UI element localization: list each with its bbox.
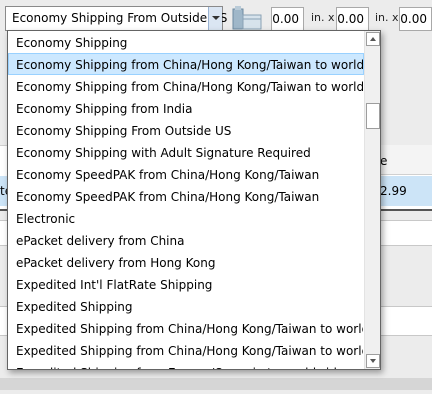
- shipping-service-dropdown-list[interactable]: Economy Shipping Economy Shipping from Ch…: [7, 30, 381, 370]
- dropdown-item[interactable]: ePacket delivery from China: [8, 229, 364, 251]
- dropdown-item[interactable]: Expedited Shipping from China/Hong Kong/…: [8, 317, 364, 339]
- background-bar: [0, 378, 432, 390]
- grid-row-value: 2.99: [380, 184, 407, 198]
- combobox-selected-value: Economy Shipping From Outside US: [12, 11, 228, 25]
- length-input[interactable]: 0.00: [271, 7, 304, 31]
- dropdown-item[interactable]: Economy Shipping From Outside US: [8, 119, 364, 141]
- width-input[interactable]: 0.00: [336, 7, 369, 31]
- dropdown-scrollbar[interactable]: [364, 31, 380, 369]
- dropdown-item[interactable]: Expedited Int'l FlatRate Shipping: [8, 273, 364, 295]
- dropdown-item[interactable]: Expedited Shipping from China/Hong Kong/…: [8, 339, 364, 361]
- scroll-down-arrow-icon[interactable]: [366, 354, 380, 368]
- dropdown-item[interactable]: Economy SpeedPAK from China/Hong Kong/Ta…: [8, 163, 364, 185]
- dropdown-item[interactable]: Expedited Shipping: [8, 295, 364, 317]
- dropdown-item[interactable]: Economy Shipping from China/Hong Kong/Ta…: [8, 75, 364, 97]
- dropdown-items: Economy Shipping Economy Shipping from Ch…: [8, 31, 364, 369]
- width-unit-label: in. x: [375, 11, 399, 24]
- shipping-service-combobox[interactable]: Economy Shipping From Outside US: [5, 6, 227, 31]
- dropdown-item[interactable]: Economy SpeedPAK from China/Hong Kong/Ta…: [8, 185, 364, 207]
- chevron-down-icon[interactable]: [208, 7, 222, 30]
- scrollbar-thumb[interactable]: [366, 103, 380, 129]
- package-dimensions-icon: [232, 6, 262, 30]
- dropdown-item[interactable]: Economy Shipping from China/Hong Kong/Ta…: [8, 53, 364, 75]
- dropdown-item[interactable]: Expedited Shipping from Europe/Oceania t…: [8, 361, 364, 369]
- dropdown-item[interactable]: Economy Shipping with Adult Signature Re…: [8, 141, 364, 163]
- dropdown-item[interactable]: ePacket delivery from Hong Kong: [8, 251, 364, 273]
- height-input[interactable]: 0.00: [399, 7, 432, 31]
- scroll-up-arrow-icon[interactable]: [366, 32, 380, 46]
- dropdown-item[interactable]: Economy Shipping from India: [8, 97, 364, 119]
- grid-header-fragment: e: [380, 154, 388, 168]
- dropdown-item[interactable]: Economy Shipping: [8, 31, 364, 53]
- dropdown-item[interactable]: Electronic: [8, 207, 364, 229]
- length-unit-label: in. x: [311, 11, 335, 24]
